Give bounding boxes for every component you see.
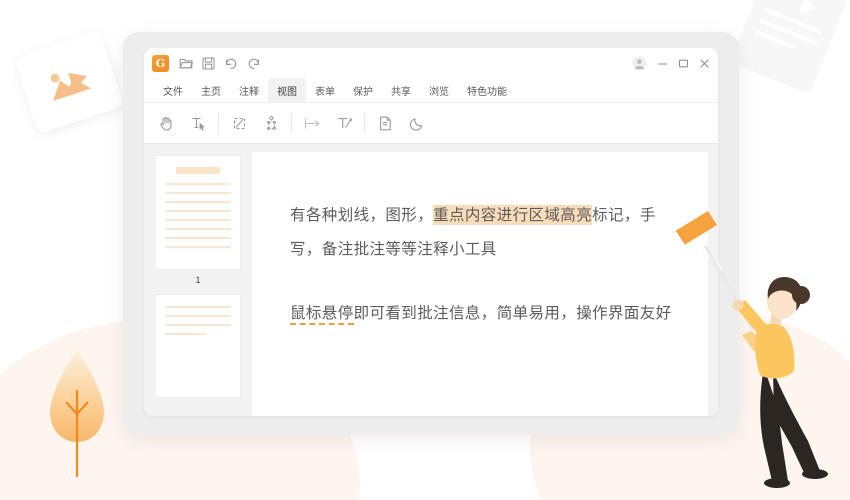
account-avatar-icon[interactable] [632, 56, 647, 71]
fit-width-icon[interactable] [302, 112, 322, 134]
view-toolbar [144, 102, 718, 144]
document-pane[interactable]: 有各种划线，图形，重点内容进行区域高亮标记，手写，备注批注等等注释小工具 鼠标悬… [252, 144, 718, 416]
document-card-icon [729, 0, 849, 95]
thumbnail-line [165, 333, 206, 335]
person-with-paint-roller-illustration [672, 211, 828, 488]
thumbnail-line [165, 228, 231, 230]
menu-item-share[interactable]: 共享 [382, 78, 420, 102]
thumbnail-line [165, 210, 231, 212]
thumbnail-page-2[interactable] [156, 295, 240, 397]
toolbar-separator [218, 113, 219, 133]
thumbnail-pane[interactable]: 1 [144, 144, 252, 416]
save-icon[interactable] [202, 56, 215, 70]
menu-item-features[interactable]: 特色功能 [458, 78, 516, 102]
move-anchor-icon[interactable] [261, 112, 281, 134]
thumbnail-line [165, 183, 231, 185]
screenshot-root: G 文件 主页 注释 视图 表单 保护 共享 浏览 特色功能 1 有各种划线，图… [0, 0, 850, 500]
app-body: 1 有各种划线，图形，重点内容进行区域高亮标记，手写，备注批注等等注释小工具 鼠… [144, 144, 718, 416]
application-window: G 文件 主页 注释 视图 表单 保护 共享 浏览 特色功能 1 有各种划线，图… [144, 48, 718, 416]
dashed-underlined-text[interactable]: 鼠标悬停 [290, 304, 354, 325]
redo-icon[interactable] [247, 57, 261, 70]
thumbnail-line [165, 192, 231, 194]
document-paragraph-2: 鼠标悬停即可看到批注信息，简单易用，操作界面友好 [290, 296, 678, 330]
page-layout-icon[interactable] [375, 112, 395, 134]
paragraph-1-before: 有各种划线，图形， [290, 206, 434, 224]
menu-bar: 文件 主页 注释 视图 表单 保护 共享 浏览 特色功能 [144, 78, 718, 102]
thumbnail-title-bar [176, 167, 220, 174]
menu-item-home[interactable]: 主页 [192, 78, 230, 102]
open-folder-icon[interactable] [179, 57, 193, 70]
title-bar: G [144, 48, 718, 78]
toolbar-group-selection [229, 112, 281, 134]
quick-access-toolbar [179, 56, 261, 70]
thumbnail-line [165, 219, 231, 221]
night-mode-icon[interactable] [407, 112, 427, 134]
menu-item-form[interactable]: 表单 [306, 78, 344, 102]
thumbnail-page-number: 1 [195, 275, 201, 285]
thumbnail-page-1[interactable] [156, 156, 240, 269]
minimize-icon[interactable] [657, 58, 668, 69]
thumbnail-line [165, 324, 231, 326]
toolbar-group-display [375, 112, 427, 134]
menu-item-protect[interactable]: 保护 [344, 78, 382, 102]
menu-item-browse[interactable]: 浏览 [420, 78, 458, 102]
hand-tool-icon[interactable] [156, 112, 176, 134]
app-logo-icon: G [152, 54, 169, 72]
thumbnail-line [165, 246, 231, 248]
toolbar-group-navigation [156, 112, 208, 134]
toolbar-separator [291, 113, 292, 133]
document-page[interactable]: 有各种划线，图形，重点内容进行区域高亮标记，手写，备注批注等等注释小工具 鼠标悬… [252, 152, 708, 416]
menu-item-comment[interactable]: 注释 [230, 78, 268, 102]
document-paragraph-1: 有各种划线，图形，重点内容进行区域高亮标记，手写，备注批注等等注释小工具 [290, 198, 678, 266]
close-icon[interactable] [699, 58, 710, 69]
thumbnail-line [165, 237, 231, 239]
menu-item-view[interactable]: 视图 [268, 78, 306, 102]
rotate-view-icon[interactable] [334, 112, 354, 134]
toolbar-group-fit [302, 112, 354, 134]
paragraph-2-rest: 即可看到批注信息，简单易用，操作界面友好 [353, 304, 672, 322]
text-select-icon[interactable] [188, 112, 208, 134]
highlighted-text[interactable]: 重点内容进行区域高亮 [433, 205, 593, 225]
snapshot-marquee-icon[interactable] [229, 112, 249, 134]
tree-illustration [50, 350, 104, 477]
picture-placeholder-icon [13, 30, 125, 134]
window-controls [632, 56, 710, 71]
thumbnail-line [165, 201, 231, 203]
thumbnail-line [165, 315, 231, 317]
thumbnail-line [165, 306, 231, 308]
maximize-icon[interactable] [678, 58, 689, 69]
toolbar-separator [364, 113, 365, 133]
undo-icon[interactable] [224, 57, 238, 70]
menu-item-file[interactable]: 文件 [154, 78, 192, 102]
